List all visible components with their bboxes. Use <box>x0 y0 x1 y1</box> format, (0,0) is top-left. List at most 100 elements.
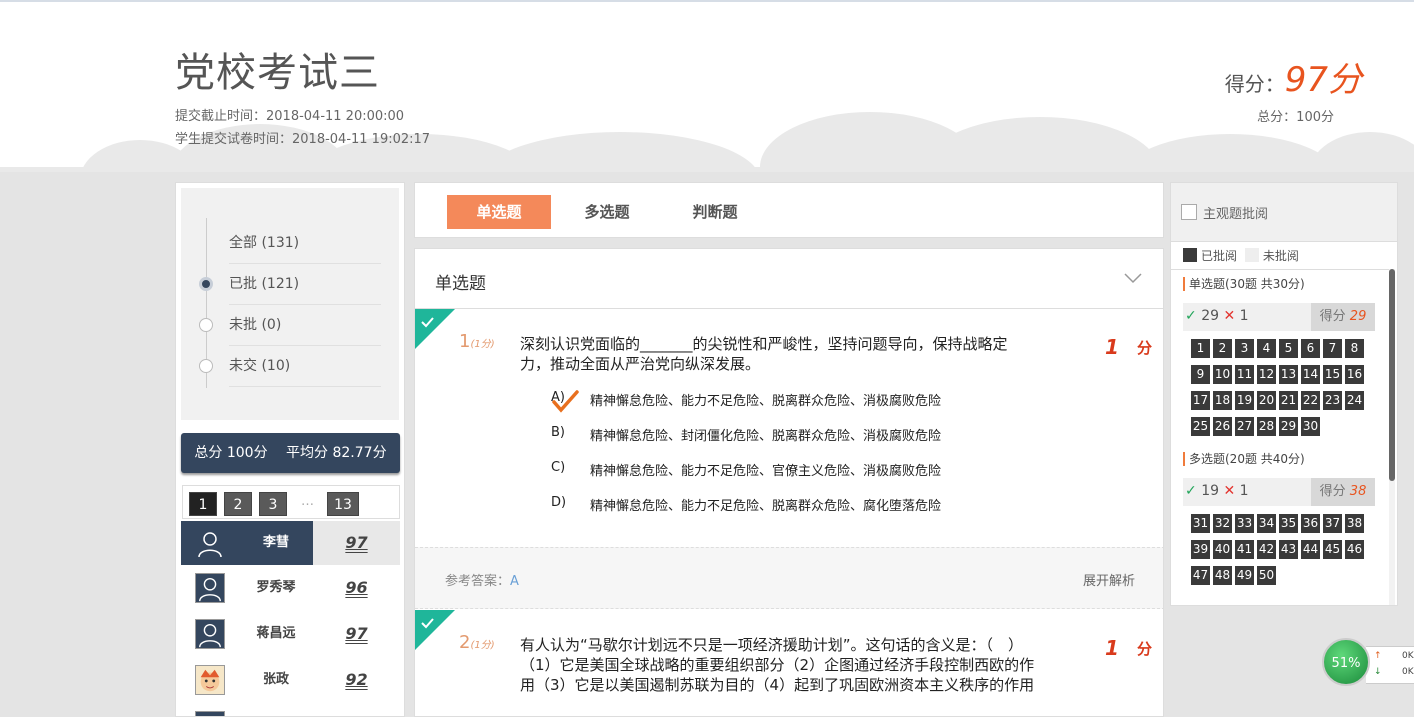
question-cell[interactable]: 39 <box>1191 540 1210 559</box>
radio-ungraded[interactable] <box>199 318 213 332</box>
question-cell[interactable]: 20 <box>1257 391 1276 410</box>
page-1-button[interactable]: 1 <box>189 492 217 516</box>
filter-ungraded[interactable]: 未批 (0) <box>229 305 381 346</box>
chevron-down-icon[interactable] <box>1123 271 1143 285</box>
question-cell[interactable]: 21 <box>1279 391 1298 410</box>
option-text[interactable]: 精神懈怠危险、能力不足危险、官僚主义危险、消极腐败危险 <box>590 460 941 479</box>
student-name-cell: 罗秀琴 <box>181 566 313 610</box>
student-name-cell: 蒋昌远 <box>181 612 313 656</box>
question-cell[interactable]: 6 <box>1301 339 1320 358</box>
question-cell[interactable]: 36 <box>1301 514 1320 533</box>
question-cell[interactable]: 22 <box>1301 391 1320 410</box>
student-row-selected[interactable]: 李彗 97 <box>181 521 400 565</box>
tab-true-false[interactable]: 判断题 <box>663 195 767 229</box>
reference-answer-value: A <box>510 574 519 589</box>
page-3-button[interactable]: 3 <box>259 492 287 516</box>
wrong-count: 1 <box>1239 308 1249 324</box>
question-cell[interactable]: 5 <box>1279 339 1298 358</box>
question-cell[interactable]: 50 <box>1257 566 1276 585</box>
review-scrollbar[interactable] <box>1389 269 1395 605</box>
question-cell[interactable]: 32 <box>1213 514 1232 533</box>
expand-analysis-link[interactable]: 展开解析 <box>1083 570 1135 589</box>
radio-unsubmitted[interactable] <box>199 359 213 373</box>
scrollbar-thumb[interactable] <box>1389 269 1395 481</box>
user-avatar-icon <box>195 573 225 603</box>
review-header: 主观题批阅 <box>1171 183 1397 242</box>
tab-single-choice[interactable]: 单选题 <box>447 195 551 229</box>
page-2-button[interactable]: 2 <box>224 492 252 516</box>
question-cell[interactable]: 7 <box>1323 339 1342 358</box>
question-cell[interactable]: 10 <box>1213 365 1232 384</box>
filter-all[interactable]: 全部 (131) <box>229 223 381 264</box>
tab-multiple-choice[interactable]: 多选题 <box>555 195 659 229</box>
question-cell[interactable]: 1 <box>1191 339 1210 358</box>
question-cell[interactable]: 45 <box>1323 540 1342 559</box>
question-cell[interactable]: 18 <box>1213 391 1232 410</box>
student-row[interactable] <box>181 704 400 716</box>
question-cell[interactable]: 23 <box>1323 391 1342 410</box>
question-cell[interactable]: 9 <box>1191 365 1210 384</box>
student-score: 92 <box>345 670 368 689</box>
network-speed-widget[interactable]: ↑ 0K ↓ 0K 51% <box>1322 638 1414 690</box>
legend-todo-swatch <box>1244 248 1259 262</box>
question-cell[interactable]: 41 <box>1235 540 1254 559</box>
question-cell[interactable]: 47 <box>1191 566 1210 585</box>
question-cell[interactable]: 28 <box>1257 417 1276 436</box>
student-score: 97 <box>345 533 368 552</box>
section-score-value: 38 <box>1349 484 1367 499</box>
question-cell[interactable]: 43 <box>1279 540 1298 559</box>
student-panel: 全部 (131) 已批 (121) 未批 (0) 未交 (10) 总分 100分… <box>175 182 405 717</box>
question-cell[interactable]: 38 <box>1345 514 1364 533</box>
review-panel: 主观题批阅 已批阅 未批阅 单选题(30题 共30分) ✓ 29 ✕ 1 得分 … <box>1170 182 1398 606</box>
reference-answer: 参考答案：A <box>445 570 519 589</box>
option-text[interactable]: 精神懈怠危险、能力不足危险、脱离群众危险、消极腐败危险 <box>590 390 941 409</box>
right-wrong-count: ✓ 19 ✕ 1 <box>1185 483 1249 499</box>
status-filter: 全部 (131) 已批 (121) 未批 (0) 未交 (10) <box>181 188 399 420</box>
question-cell[interactable]: 49 <box>1235 566 1254 585</box>
student-row[interactable]: 张政 92 <box>181 658 400 702</box>
question-cell[interactable]: 40 <box>1213 540 1232 559</box>
question-cell[interactable]: 46 <box>1345 540 1364 559</box>
question-cell[interactable]: 14 <box>1301 365 1320 384</box>
question-cell[interactable]: 19 <box>1235 391 1254 410</box>
question-cell[interactable]: 29 <box>1279 417 1298 436</box>
section-score-value: 29 <box>1349 309 1367 324</box>
question-cell[interactable]: 27 <box>1235 417 1254 436</box>
question-cell[interactable]: 12 <box>1257 365 1276 384</box>
question-cell[interactable]: 26 <box>1213 417 1232 436</box>
filter-graded[interactable]: 已批 (121) <box>229 264 381 305</box>
question-cell[interactable]: 4 <box>1257 339 1276 358</box>
question-cell[interactable]: 44 <box>1301 540 1320 559</box>
question-cell[interactable]: 17 <box>1191 391 1210 410</box>
student-pager: 1 2 3 … 13 <box>182 485 400 519</box>
question-cell[interactable]: 48 <box>1213 566 1232 585</box>
question-cell[interactable]: 11 <box>1235 365 1254 384</box>
question-cell[interactable]: 13 <box>1279 365 1298 384</box>
question-cell[interactable]: 42 <box>1257 540 1276 559</box>
question-cell[interactable]: 16 <box>1345 365 1364 384</box>
subjective-review-checkbox[interactable] <box>1181 204 1197 220</box>
question-cell[interactable]: 2 <box>1213 339 1232 358</box>
student-name-cell: 李彗 <box>181 521 313 565</box>
question-cell[interactable]: 24 <box>1345 391 1364 410</box>
question-cell[interactable]: 3 <box>1235 339 1254 358</box>
filter-unsubmitted[interactable]: 未交 (10) <box>229 346 381 387</box>
student-score: 97 <box>345 624 368 643</box>
student-row[interactable]: 罗秀琴 96 <box>181 566 400 610</box>
question-number-value: 2 <box>459 632 471 653</box>
option-text[interactable]: 精神懈怠危险、能力不足危险、脱离群众危险、腐化堕落危险 <box>590 495 941 514</box>
score-display: 得分：97分 <box>1225 52 1362 101</box>
question-cell[interactable]: 30 <box>1301 417 1320 436</box>
page-last-button[interactable]: 13 <box>327 492 359 516</box>
radio-graded[interactable] <box>199 277 213 291</box>
question-cell[interactable]: 33 <box>1235 514 1254 533</box>
question-cell[interactable]: 35 <box>1279 514 1298 533</box>
option-text[interactable]: 精神懈怠危险、封闭僵化危险、脱离群众危险、消极腐败危险 <box>590 425 941 444</box>
question-cell[interactable]: 37 <box>1323 514 1342 533</box>
question-cell[interactable]: 25 <box>1191 417 1210 436</box>
student-row[interactable]: 蒋昌远 97 <box>181 612 400 656</box>
question-cell[interactable]: 15 <box>1323 365 1342 384</box>
question-cell[interactable]: 8 <box>1345 339 1364 358</box>
question-cell[interactable]: 31 <box>1191 514 1210 533</box>
question-cell[interactable]: 34 <box>1257 514 1276 533</box>
